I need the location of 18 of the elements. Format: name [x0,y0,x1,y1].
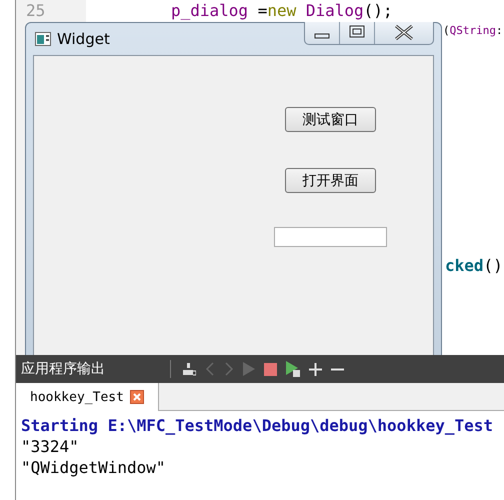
line-number: 25 [26,1,46,21]
output-line: "3324" [21,436,80,457]
stop-icon[interactable] [264,362,277,376]
window-icon [35,32,51,46]
push-button[interactable]: 测试窗口 [285,107,376,132]
clean-icon[interactable] [182,362,196,376]
code-line: cked() [445,256,503,276]
code-line: p_dialog =new Dialog(); [171,1,393,21]
code-line: (QString: [443,24,503,38]
pane-title: 应用程序输出 [21,360,106,378]
output-line: "QWidgetWindow" [21,457,166,478]
window-title: Widget [57,30,110,48]
push-button[interactable]: 打开界面 [285,168,376,193]
output-line: Starting E:\MFC_TestMode\Debug\debug\hookkey_Test [21,415,494,436]
debug-run-icon[interactable] [286,361,300,377]
output-tab[interactable]: hookkey_Test [16,383,159,411]
line-edit-field[interactable] [274,227,387,247]
plus-icon[interactable] [309,362,322,376]
